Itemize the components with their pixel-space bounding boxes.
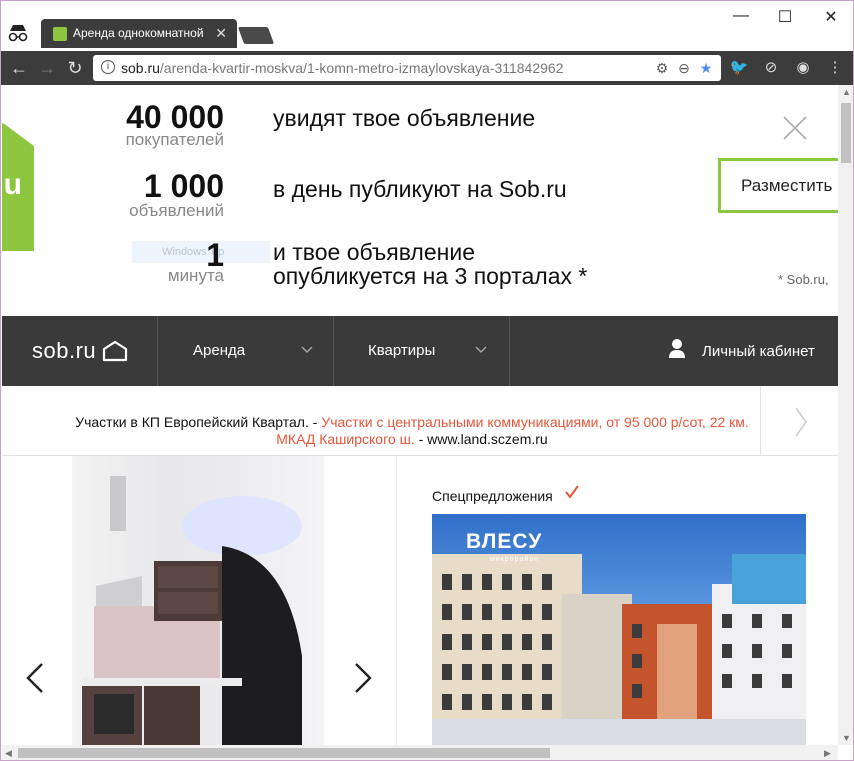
horizontal-scrollbar[interactable]: ◀ ▶ <box>2 745 838 760</box>
offer-logo: ВЛЕСУ <box>466 530 543 553</box>
stat-text: и твое объявление <box>273 239 475 265</box>
new-tab-button[interactable] <box>237 27 275 44</box>
zoom-icon[interactable]: ⊖ <box>675 59 693 77</box>
close-window-button[interactable]: ✕ <box>819 7 843 27</box>
stat-number: 1 000 <box>143 168 224 204</box>
stat-text: опубликуется на 3 порталах * <box>273 263 588 289</box>
site-navbar: sob.ru Аренда Квартиры Личный кабинет <box>2 316 838 386</box>
apartment-photo[interactable] <box>72 456 324 745</box>
maximize-button[interactable]: ☐ <box>773 7 797 27</box>
url-text[interactable]: sob.ru/arenda-kvartir-moskva/1-komn-metr… <box>121 60 563 76</box>
stat-text: увидят твое объявление <box>273 105 536 131</box>
extension-bird-icon[interactable]: 🐦 <box>729 58 749 78</box>
browser-window: Аренда однокомнатной ✕ — ☐ ✕ ← → ↻ i sob… <box>0 0 854 761</box>
tab-close-icon[interactable]: ✕ <box>215 25 227 42</box>
ad-text[interactable]: Участки в КП Европейский Квартал. - Учас… <box>62 414 762 448</box>
blocked-content-icon[interactable]: ⚙ <box>653 59 671 77</box>
text-ad: Участки в КП Европейский Квартал. - Учас… <box>2 386 838 456</box>
active-tab[interactable]: Аренда однокомнатной ✕ <box>41 19 237 48</box>
back-icon[interactable]: ← <box>9 58 29 78</box>
kitchen-image <box>82 476 302 745</box>
stat-unit: объявлений <box>129 201 224 220</box>
place-ad-button[interactable]: Разместить <box>718 158 838 213</box>
browser-toolbar: ← → ↻ i sob.ru/arenda-kvartir-moskva/1-k… <box>1 51 853 85</box>
scroll-up-icon[interactable]: ▲ <box>842 87 851 97</box>
promo-banner: u 40 000 покупателей увидят твое объявле… <box>2 85 838 316</box>
nav-divider <box>157 316 158 386</box>
special-offer-banner[interactable]: ВЛЕСУ микрорайон <box>432 514 806 745</box>
address-bar[interactable]: i sob.ru/arenda-kvartir-moskva/1-komn-me… <box>93 55 721 81</box>
stat-text: в день публикуют на Sob.ru <box>273 176 567 202</box>
nav-item-rent[interactable]: Аренда <box>193 342 245 359</box>
vertical-scrollbar[interactable]: ▲ ▼ <box>838 85 853 745</box>
tab-title: Аренда однокомнатной <box>73 26 204 40</box>
incognito-icon <box>8 25 28 42</box>
nav-item-apartments[interactable]: Квартиры <box>368 342 435 359</box>
sob-logo-badge: u <box>2 123 34 251</box>
ghost-tooltip: Windows Tip <box>132 241 270 263</box>
scroll-down-icon[interactable]: ▼ <box>842 733 851 743</box>
ad-next-button[interactable] <box>760 386 838 456</box>
offer-subtitle: микрорайон <box>490 556 540 563</box>
reload-icon[interactable]: ↻ <box>65 58 85 78</box>
horizontal-scroll-thumb[interactable] <box>18 748 550 758</box>
nav-divider <box>509 316 510 386</box>
info-icon[interactable]: i <box>101 60 115 74</box>
scroll-right-icon[interactable]: ▶ <box>824 748 831 759</box>
house-icon <box>102 340 128 362</box>
forward-icon[interactable]: → <box>37 58 57 78</box>
extension-camera-icon[interactable]: ◉ <box>793 58 813 78</box>
user-icon <box>669 339 685 358</box>
chevron-down-icon[interactable] <box>474 342 488 356</box>
photo-gallery <box>2 456 397 745</box>
vertical-scroll-thumb[interactable] <box>841 103 851 163</box>
gallery-next-icon[interactable] <box>352 661 374 695</box>
special-offers-title: Спецпредложения <box>432 488 553 504</box>
stat-unit: покупателей <box>125 130 224 149</box>
nav-divider <box>333 316 334 386</box>
extension-block-icon[interactable]: ⊘ <box>761 58 781 78</box>
minimize-button[interactable]: — <box>729 7 753 27</box>
chevron-down-icon[interactable] <box>300 342 314 356</box>
page-viewport: u 40 000 покупателей увидят твое объявле… <box>2 85 838 745</box>
sob-favicon-icon <box>53 27 67 41</box>
close-banner-icon[interactable] <box>782 115 808 141</box>
footnote: * Sob.ru, <box>778 272 829 287</box>
chevron-right-icon <box>795 407 807 437</box>
bookmark-star-icon[interactable]: ★ <box>697 59 715 77</box>
gallery-prev-icon[interactable] <box>24 661 46 695</box>
tab-strip: Аренда однокомнатной ✕ — ☐ ✕ <box>1 1 853 51</box>
scroll-left-icon[interactable]: ◀ <box>5 748 12 759</box>
checkmark-icon <box>565 485 579 499</box>
personal-account-link[interactable]: Личный кабинет <box>702 343 815 360</box>
menu-icon[interactable]: ⋮ <box>825 58 845 78</box>
stat-unit: минута <box>167 266 224 285</box>
site-logo[interactable]: sob.ru <box>32 338 96 364</box>
